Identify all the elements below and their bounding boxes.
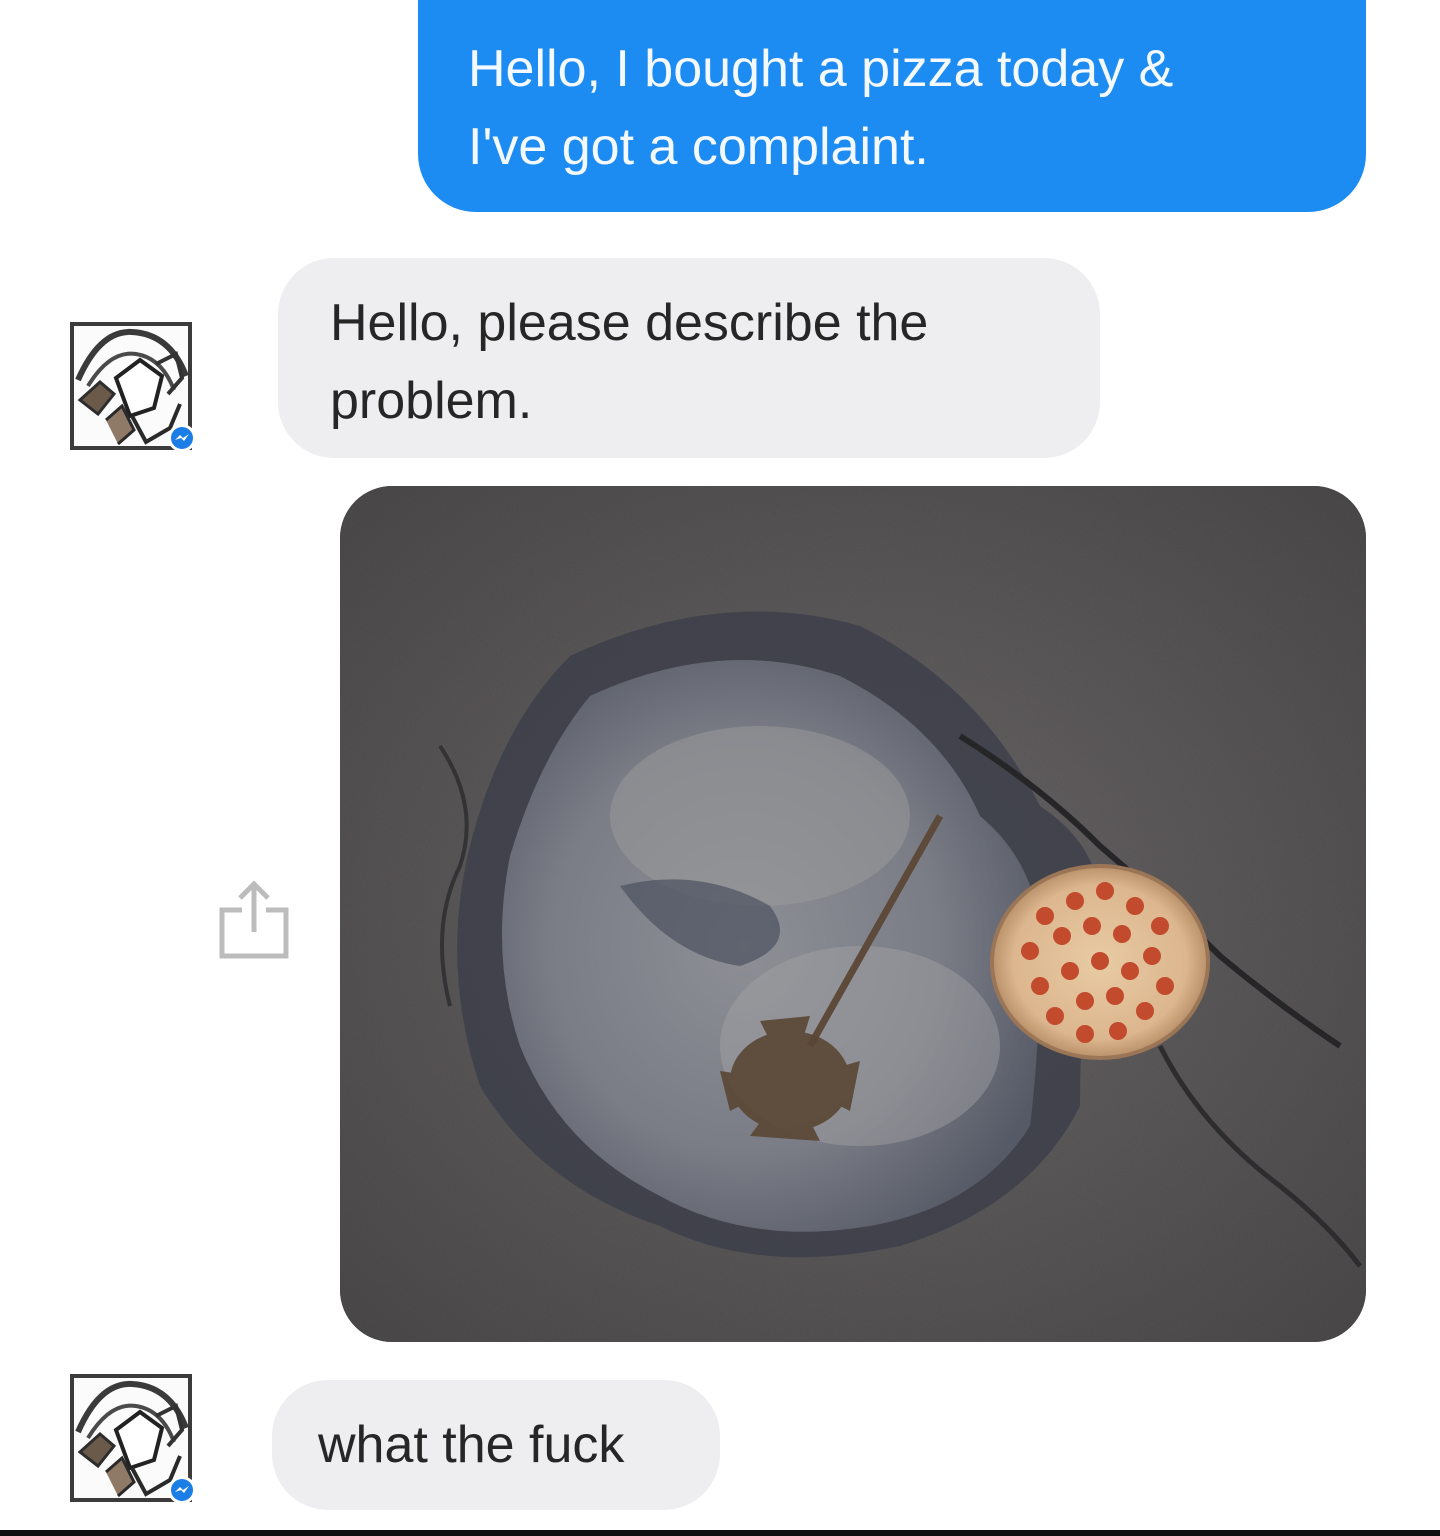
sender-avatar[interactable] [70, 1372, 200, 1504]
photo-message[interactable] [340, 486, 1366, 1342]
bottom-divider [0, 1530, 1440, 1536]
incoming-message-bubble[interactable]: what the fuck [272, 1380, 720, 1510]
pizza [990, 864, 1210, 1060]
share-button[interactable] [216, 876, 292, 960]
pizza-hut-logo-avatar-icon [70, 1374, 196, 1504]
outgoing-message-bubble[interactable]: Hello, I bought a pizza today & I've got… [418, 0, 1366, 212]
message-line: Hello, I bought a pizza today & [468, 40, 1174, 98]
sender-avatar[interactable] [70, 320, 200, 452]
message-thread: Hello, I bought a pizza today & I've got… [0, 0, 1440, 1536]
message-line: problem. [330, 372, 533, 430]
incoming-message-bubble[interactable]: Hello, please describe the problem. [278, 258, 1100, 458]
message-line: I've got a complaint. [468, 118, 929, 176]
message-line: Hello, please describe the [330, 294, 929, 352]
share-icon [219, 880, 289, 959]
pizza-hut-logo-avatar-icon [70, 322, 196, 452]
message-line: what the fuck [318, 1416, 625, 1474]
pothole-pizza-photo [340, 486, 1366, 1342]
